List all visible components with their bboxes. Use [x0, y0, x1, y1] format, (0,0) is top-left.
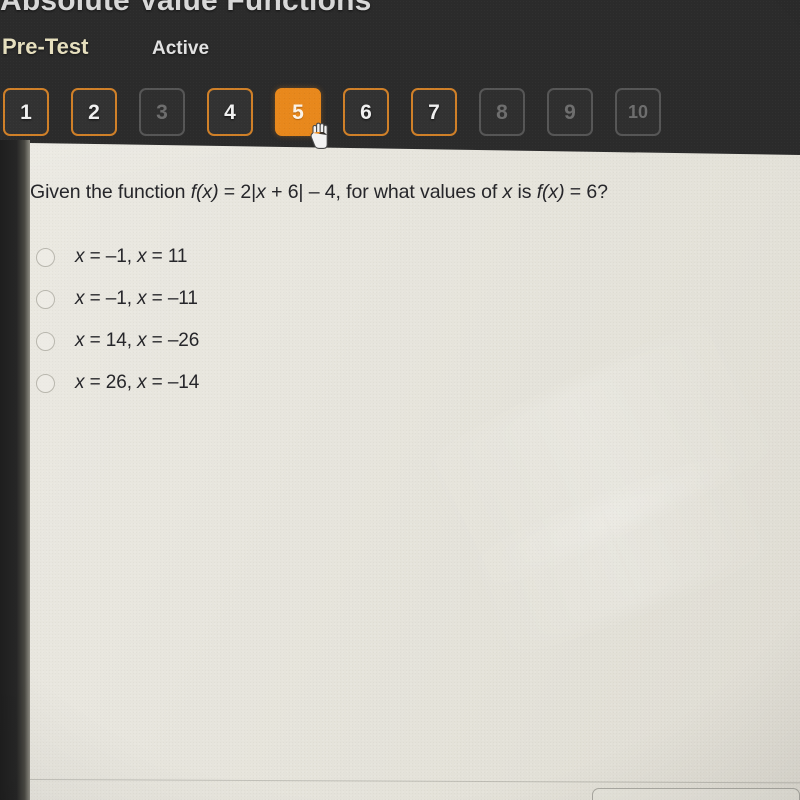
function-arg: (x): [196, 181, 219, 203]
prompt-lead: Given the function: [30, 181, 191, 203]
answer-option-c[interactable]: x = 14, x = –26: [36, 320, 456, 362]
answer-options-list: x = –1, x = 11 x = –1, x = –11 x = 14, x =…: [36, 236, 456, 404]
question-prompt: Given the function f(x) = 2|x + 6| – 4, …: [30, 180, 770, 205]
equals-expression: = 2|: [218, 181, 257, 203]
radio-button-b[interactable]: [36, 289, 55, 309]
answer-option-label-a: x = –1, x = 11: [75, 246, 188, 267]
quiz-screen-photo: Absolute Value Functions Pre-Test Active…: [0, 0, 800, 800]
answer-option-label-c: x = 14, x = –26: [75, 330, 200, 351]
radio-button-c[interactable]: [36, 331, 55, 351]
equals-six: = 6?: [564, 181, 608, 203]
is-text: is: [512, 181, 537, 203]
function-arg: (x): [542, 181, 565, 203]
radio-button-d[interactable]: [36, 373, 55, 393]
expression-tail: + 6| – 4, for what values of: [265, 181, 503, 203]
question-area: Given the function f(x) = 2|x + 6| – 4, …: [0, 0, 800, 800]
answer-option-b[interactable]: x = –1, x = –11: [36, 278, 456, 320]
variable-x: x: [502, 181, 513, 203]
variable-x: x: [256, 181, 266, 203]
answer-option-label-d: x = 26, x = –14: [75, 372, 200, 393]
answer-option-d[interactable]: x = 26, x = –14: [36, 362, 456, 404]
answer-option-a[interactable]: x = –1, x = 11: [36, 236, 456, 278]
radio-button-a[interactable]: [36, 247, 55, 267]
answer-option-label-b: x = –1, x = –11: [75, 288, 198, 309]
bottom-action-button[interactable]: [592, 788, 800, 800]
